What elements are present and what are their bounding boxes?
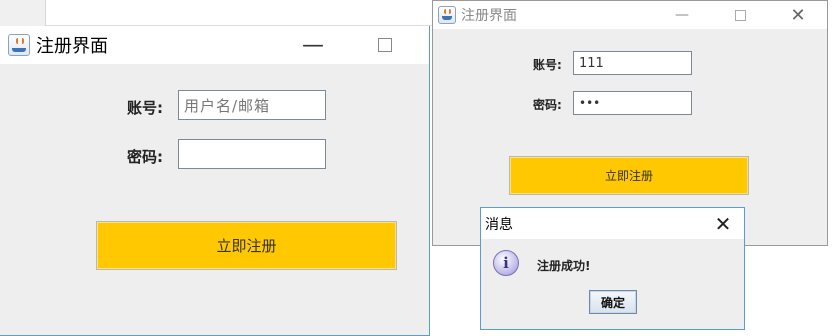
account-label: 账号: <box>533 58 562 72</box>
info-icon: i <box>493 250 519 276</box>
maximize-button[interactable] <box>370 26 400 64</box>
account-field[interactable]: 用户名/邮箱 <box>178 90 326 120</box>
minimize-button[interactable]: — <box>667 1 697 29</box>
window-titlebar[interactable]: 注册界面 — <box>0 26 429 64</box>
account-field[interactable]: 111 <box>573 51 692 75</box>
java-app-icon <box>8 34 30 56</box>
password-field[interactable] <box>178 139 326 169</box>
dialog-titlebar[interactable]: 消息 ✕ <box>481 208 744 239</box>
ok-button[interactable]: 确定 <box>589 290 637 314</box>
minimize-button[interactable]: — <box>298 26 328 64</box>
password-field[interactable]: ••• <box>573 91 692 115</box>
desktop-stage: 注册界面 — ✕ 账号: 111 密码: ••• 立即注册 注册界面 — 账号:… <box>0 0 836 336</box>
window-title: 注册界面 <box>36 36 108 57</box>
register-button[interactable]: 立即注册 <box>96 221 397 270</box>
dialog-message: 注册成功! <box>537 259 591 273</box>
background-window-strip <box>46 0 436 26</box>
window-title: 注册界面 <box>461 8 517 24</box>
register-button[interactable]: 立即注册 <box>509 156 749 195</box>
maximize-icon <box>734 9 746 21</box>
maximize-icon <box>378 38 392 52</box>
close-button[interactable]: ✕ <box>709 208 737 239</box>
message-dialog: 消息 ✕ i 注册成功! 确定 <box>480 207 745 330</box>
account-placeholder: 用户名/邮箱 <box>184 96 271 115</box>
java-app-icon <box>438 6 456 24</box>
account-label: 账号: <box>127 99 163 117</box>
close-button[interactable]: ✕ <box>783 1 813 29</box>
maximize-button[interactable] <box>725 1 755 29</box>
password-label: 密码: <box>533 98 562 112</box>
password-label: 密码: <box>127 148 163 166</box>
window-titlebar[interactable]: 注册界面 — ✕ <box>433 1 827 29</box>
register-window-main: 注册界面 — 账号: 用户名/邮箱 密码: 立即注册 <box>0 26 430 336</box>
dialog-title: 消息 <box>485 216 513 233</box>
